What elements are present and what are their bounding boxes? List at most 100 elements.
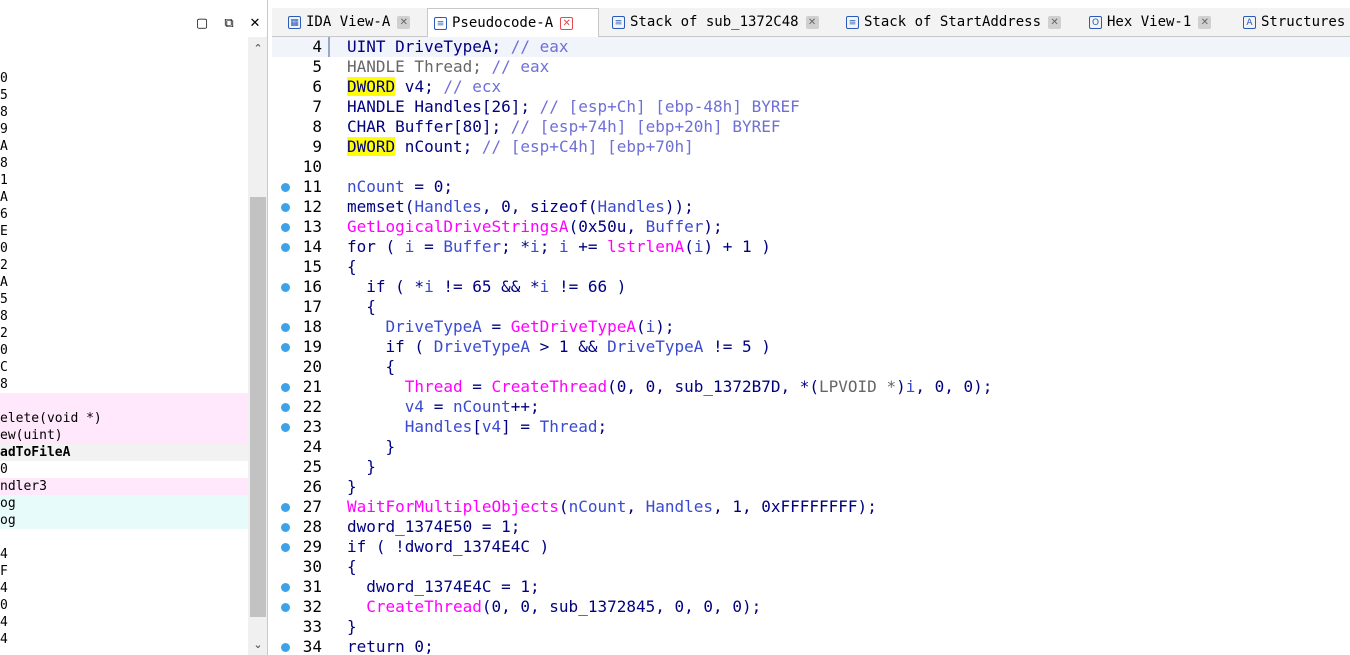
- function-list-item[interactable]: og: [0, 512, 248, 529]
- code-line[interactable]: 20 {: [272, 357, 1350, 377]
- code-line[interactable]: 7 HANDLE Handles[26]; // [esp+Ch] [ebp-48…: [272, 97, 1350, 117]
- code-line[interactable]: 22 v4 = nCount++;: [272, 397, 1350, 417]
- tab-stack-startaddress[interactable]: ≡ Stack of StartAddress ✕: [840, 8, 1072, 36]
- code-text[interactable]: {: [347, 357, 396, 377]
- code-line[interactable]: 14 for ( i = Buffer; *i; i += lstrlenA(i)…: [272, 237, 1350, 257]
- code-line[interactable]: 26}: [272, 477, 1350, 497]
- breakpoint-dot-icon[interactable]: [281, 503, 290, 512]
- function-list-item[interactable]: 4: [0, 614, 248, 631]
- code-text[interactable]: }: [347, 477, 357, 497]
- code-text[interactable]: for ( i = Buffer; *i; i += lstrlenA(i) +…: [347, 237, 771, 257]
- function-list-item[interactable]: ew(uint): [0, 427, 248, 444]
- restore-icon[interactable]: ⧉: [220, 14, 238, 32]
- code-text[interactable]: return 0;: [347, 637, 434, 655]
- breakpoint-dot-icon[interactable]: [281, 383, 290, 392]
- code-line[interactable]: 29 if ( !dword_1374E4C ): [272, 537, 1350, 557]
- code-text[interactable]: }: [347, 457, 376, 477]
- close-tab-icon[interactable]: ✕: [397, 15, 411, 29]
- code-text[interactable]: DriveTypeA = GetDriveTypeA(i);: [347, 317, 675, 337]
- code-line[interactable]: 9 DWORD nCount; // [esp+C4h] [ebp+70h]: [272, 137, 1350, 157]
- code-line[interactable]: 19 if ( DriveTypeA > 1 && DriveTypeA != …: [272, 337, 1350, 357]
- function-list-item[interactable]: 6: [0, 206, 248, 223]
- code-line[interactable]: 17 {: [272, 297, 1350, 317]
- breakpoint-dot-icon[interactable]: [281, 203, 290, 212]
- tab-ida-view-a[interactable]: ▦ IDA View-A ✕: [282, 8, 426, 36]
- code-text[interactable]: UINT DriveTypeA; // eax: [347, 37, 569, 57]
- code-text[interactable]: nCount = 0;: [347, 177, 453, 197]
- function-list-item[interactable]: A: [0, 138, 248, 155]
- code-text[interactable]: if ( DriveTypeA > 1 && DriveTypeA != 5 ): [347, 337, 771, 357]
- breakpoint-dot-icon[interactable]: [281, 603, 290, 612]
- breakpoint-dot-icon[interactable]: [281, 403, 290, 412]
- code-text[interactable]: DWORD v4; // ecx: [347, 77, 501, 97]
- function-list-item[interactable]: 5: [0, 291, 248, 308]
- code-text[interactable]: v4 = nCount++;: [347, 397, 540, 417]
- code-line[interactable]: 10: [272, 157, 1350, 177]
- tab-hex-view-1[interactable]: O Hex View-1 ✕: [1083, 8, 1233, 36]
- scrollbar-thumb[interactable]: [250, 197, 266, 617]
- breakpoint-dot-icon[interactable]: [281, 583, 290, 592]
- code-text[interactable]: Handles[v4] = Thread;: [347, 417, 607, 437]
- code-text[interactable]: CHAR Buffer[80]; // [esp+74h] [ebp+20h] …: [347, 117, 780, 137]
- code-text[interactable]: GetLogicalDriveStringsA(0x50u, Buffer);: [347, 217, 723, 237]
- code-line[interactable]: 33}: [272, 617, 1350, 637]
- code-line[interactable]: 23 Handles[v4] = Thread;: [272, 417, 1350, 437]
- pseudocode-editor[interactable]: 4 UINT DriveTypeA; // eax 5 HANDLE Thread; …: [272, 37, 1350, 655]
- function-list-item[interactable]: 5: [0, 87, 248, 104]
- code-line[interactable]: 25 }: [272, 457, 1350, 477]
- code-text[interactable]: }: [347, 437, 396, 457]
- code-line[interactable]: 8 CHAR Buffer[80]; // [esp+74h] [ebp+20h]…: [272, 117, 1350, 137]
- function-list-item[interactable]: 0: [0, 240, 248, 257]
- breakpoint-dot-icon[interactable]: [281, 223, 290, 232]
- function-list-item[interactable]: 8: [0, 308, 248, 325]
- breakpoint-dot-icon[interactable]: [281, 523, 290, 532]
- breakpoint-dot-icon[interactable]: [281, 543, 290, 552]
- code-text[interactable]: memset(Handles, 0, sizeof(Handles));: [347, 197, 694, 217]
- function-list-item[interactable]: 9: [0, 121, 248, 138]
- code-line[interactable]: 32 CreateThread(0, 0, sub_1372845, 0, 0,…: [272, 597, 1350, 617]
- function-list-item[interactable]: 4: [0, 631, 248, 648]
- function-list-item[interactable]: 0: [0, 597, 248, 614]
- code-text[interactable]: }: [347, 617, 357, 637]
- code-line[interactable]: 16 if ( *i != 65 && *i != 66 ): [272, 277, 1350, 297]
- scroll-down-icon[interactable]: ⌄: [248, 635, 267, 653]
- function-list-item[interactable]: ndler3: [0, 478, 248, 495]
- code-line[interactable]: 12 memset(Handles, 0, sizeof(Handles));: [272, 197, 1350, 217]
- close-tab-icon[interactable]: ✕: [560, 16, 574, 30]
- function-list-item[interactable]: 2: [0, 325, 248, 342]
- function-list-item[interactable]: [0, 529, 248, 546]
- breakpoint-dot-icon[interactable]: [281, 343, 290, 352]
- code-text[interactable]: DWORD nCount; // [esp+C4h] [ebp+70h]: [347, 137, 694, 157]
- function-list-item[interactable]: 0: [0, 342, 248, 359]
- code-text[interactable]: dword_1374E50 = 1;: [347, 517, 520, 537]
- code-line[interactable]: 11 nCount = 0;: [272, 177, 1350, 197]
- functions-scrollbar[interactable]: ⌃ ⌄: [248, 37, 267, 655]
- code-line[interactable]: 15 {: [272, 257, 1350, 277]
- breakpoint-dot-icon[interactable]: [281, 423, 290, 432]
- code-text[interactable]: WaitForMultipleObjects(nCount, Handles, …: [347, 497, 877, 517]
- function-list-item[interactable]: 2: [0, 257, 248, 274]
- breakpoint-dot-icon[interactable]: [281, 283, 290, 292]
- function-list-item[interactable]: [0, 393, 248, 410]
- code-text[interactable]: HANDLE Handles[26]; // [esp+Ch] [ebp-48h…: [347, 97, 800, 117]
- function-list-item[interactable]: 1: [0, 172, 248, 189]
- code-line[interactable]: 13 GetLogicalDriveStringsA(0x50u, Buffer)…: [272, 217, 1350, 237]
- code-text[interactable]: dword_1374E4C = 1;: [347, 577, 539, 597]
- close-icon[interactable]: ✕: [246, 14, 264, 32]
- breakpoint-dot-icon[interactable]: [281, 643, 290, 652]
- code-text[interactable]: {: [347, 257, 357, 277]
- code-line[interactable]: 24 }: [272, 437, 1350, 457]
- close-tab-icon[interactable]: ✕: [1048, 15, 1062, 29]
- scroll-up-icon[interactable]: ⌃: [248, 39, 267, 57]
- function-list-item[interactable]: elete(void *): [0, 410, 248, 427]
- breakpoint-dot-icon[interactable]: [281, 243, 290, 252]
- code-text[interactable]: Thread = CreateThread(0, 0, sub_1372B7D,…: [347, 377, 993, 397]
- functions-list[interactable]: 0 5 8 9 A 8 1 A 6 E 0 2 A 5 8 2 0 C 8 elete(void *) ew(uint)…: [0, 37, 248, 655]
- code-text[interactable]: if ( *i != 65 && *i != 66 ): [347, 277, 626, 297]
- code-line[interactable]: 34 return 0;: [272, 637, 1350, 655]
- code-line[interactable]: 21 Thread = CreateThread(0, 0, sub_1372B…: [272, 377, 1350, 397]
- code-line[interactable]: 4 UINT DriveTypeA; // eax: [272, 37, 1350, 57]
- function-list-item[interactable]: F: [0, 563, 248, 580]
- function-list-item[interactable]: adToFileA: [0, 444, 248, 461]
- code-line[interactable]: 6 DWORD v4; // ecx: [272, 77, 1350, 97]
